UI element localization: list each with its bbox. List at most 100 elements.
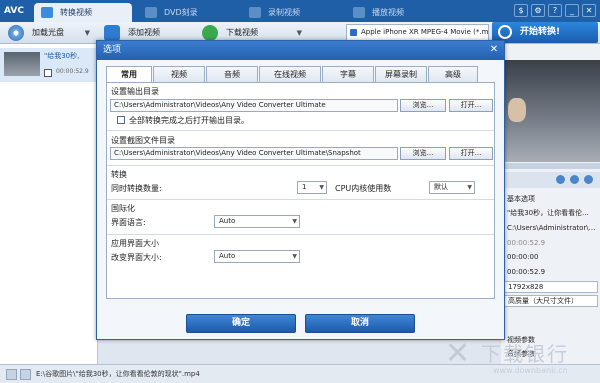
tab-label: 录制视频 — [268, 8, 300, 17]
load-disc-label: 加载光盘 — [32, 28, 64, 37]
open-output-button[interactable]: 打开... — [449, 99, 493, 112]
window-controls: $ ⚙ ? _ ✕ — [514, 4, 596, 17]
file-list: "给我30秒, 00:00:52.9 — [0, 44, 98, 364]
chevron-down-icon: ▼ — [467, 184, 472, 191]
chevron-down-icon[interactable]: ▼ — [85, 24, 90, 42]
tab-general[interactable]: 常用 — [106, 66, 152, 83]
file-checkbox[interactable] — [44, 69, 52, 77]
tab-convert-video[interactable]: 转换视频 — [34, 3, 132, 22]
divider — [107, 234, 494, 235]
concurrent-select[interactable]: 1 ▼ — [297, 181, 327, 194]
refresh-icon — [498, 25, 512, 39]
currency-icon[interactable]: $ — [514, 4, 528, 17]
output-dir-label: 设置输出目录 — [111, 87, 159, 96]
concurrent-label: 同时转换数量: — [111, 184, 162, 193]
end-time[interactable]: 00:00:52.9 — [507, 266, 599, 278]
ui-size-select[interactable]: Auto ▼ — [214, 250, 300, 263]
watermark-text: 下载银行 — [481, 342, 569, 366]
browse-snapshot-button[interactable]: 浏览... — [400, 147, 446, 160]
language-value: Auto — [219, 217, 236, 225]
divider — [107, 130, 494, 131]
quality-select[interactable]: 高质量（大尺寸文件） — [504, 295, 598, 307]
chevron-down-icon: ▼ — [292, 253, 297, 260]
basic-options-header[interactable]: 基本选项 — [507, 193, 599, 205]
browse-output-button[interactable]: 浏览... — [400, 99, 446, 112]
tab-audio[interactable]: 音频 — [206, 66, 258, 82]
disc-icon — [145, 7, 157, 18]
output-profile-select[interactable]: Apple iPhone XR MPEG-4 Movie (*.m... — [346, 24, 489, 41]
language-label: 界面语言: — [111, 218, 146, 227]
file-name: "给我30秒, — [44, 52, 80, 60]
gear-icon[interactable]: ⚙ — [531, 4, 545, 17]
snapshot-dir-label: 设置截图文件目录 — [111, 136, 175, 145]
current-file-path: E:\谷歌图片\"给我30秒，让你看看伦敦的现状".mp4 — [36, 370, 200, 378]
output-name[interactable]: "给我30秒，让你看看伦... — [507, 207, 599, 219]
chevron-down-icon: ▼ — [319, 184, 324, 191]
help-icon[interactable]: ? — [548, 4, 562, 17]
tab-screen-record[interactable]: 屏幕录制 — [375, 66, 427, 82]
cpu-select[interactable]: 默认 ▼ — [429, 181, 475, 194]
intl-section-label: 国际化 — [111, 204, 135, 213]
open-snapshot-button[interactable]: 打开... — [449, 147, 493, 160]
output-dir[interactable]: C:\Users\Administrator\... — [507, 222, 599, 234]
close-icon[interactable]: ✕ — [488, 44, 500, 56]
preview-person — [508, 98, 526, 122]
snapshot-icon[interactable] — [556, 175, 565, 184]
convert-section-label: 转换 — [111, 170, 127, 179]
tab-online-video[interactable]: 在线视频 — [259, 66, 321, 82]
size-section-label: 应用界面大小 — [111, 239, 159, 248]
resolution-select[interactable]: 1792x828 — [504, 281, 598, 293]
tab-video[interactable]: 视频 — [153, 66, 205, 82]
file-duration: 00:00:52.9 — [56, 68, 89, 75]
title-bar: AVC 转换视频 DVD刻录 录制视频 播放视频 $ ⚙ ? _ ✕ — [0, 0, 600, 22]
options-dialog: 选项 ✕ 常用 视频 音频 在线视频 字幕 屏幕录制 高级 设置输出目录 C:\… — [96, 40, 505, 340]
language-select[interactable]: Auto ▼ — [214, 215, 300, 228]
dialog-tabs: 常用 视频 音频 在线视频 字幕 屏幕录制 高级 — [106, 66, 479, 83]
link-icon[interactable] — [570, 175, 579, 184]
prev-icon[interactable] — [6, 369, 17, 380]
watermark: ✕ 下载银行 www.downbank.cn — [445, 336, 595, 380]
divider — [107, 199, 494, 200]
load-disc-button[interactable]: 加载光盘 ▼ — [4, 24, 90, 42]
close-icon[interactable]: ✕ — [582, 4, 596, 17]
apple-icon — [350, 29, 357, 36]
play-icon — [353, 7, 365, 18]
video-thumbnail — [4, 52, 40, 76]
ui-size-label: 改变界面大小: — [111, 253, 162, 262]
video-convert-icon — [41, 7, 53, 18]
divider — [107, 165, 494, 166]
tab-dvd-burn[interactable]: DVD刻录 — [138, 3, 236, 22]
add-video-label: 添加视频 — [128, 28, 160, 37]
open-after-checkbox[interactable] — [117, 116, 125, 124]
snapshot-dir-field[interactable]: C:\Users\Administrator\Videos\Any Video … — [110, 147, 398, 160]
tab-subtitle[interactable]: 字幕 — [322, 66, 374, 82]
watermark-url: www.downbank.cn — [493, 366, 568, 375]
dialog-body: 设置输出目录 C:\Users\Administrator\Videos\Any… — [106, 82, 495, 299]
record-icon — [249, 7, 261, 18]
seek-bar[interactable] — [504, 163, 600, 169]
app-logo: AVC — [4, 6, 24, 16]
cpu-label: CPU内核使用数 — [335, 184, 392, 193]
open-after-label: 全部转换完成之后打开输出目录。 — [129, 116, 249, 125]
ok-button[interactable]: 确定 — [186, 314, 296, 333]
tab-label: 播放视频 — [372, 8, 404, 17]
cancel-button[interactable]: 取消 — [305, 314, 415, 333]
dialog-title-bar: 选项 ✕ — [97, 41, 504, 60]
disc-add-icon — [8, 25, 24, 41]
add-video-icon — [104, 25, 120, 41]
tab-label: 转换视频 — [60, 8, 92, 17]
download-video-label: 下载视频 — [226, 28, 258, 37]
tab-record-video[interactable]: 录制视频 — [242, 3, 340, 22]
convert-now-label: 开始转换! — [520, 27, 561, 37]
list-item[interactable]: "给我30秒, 00:00:52.9 — [0, 48, 98, 82]
tab-advanced[interactable]: 高级 — [428, 66, 478, 82]
next-icon[interactable] — [20, 369, 31, 380]
edit-icon[interactable] — [584, 175, 593, 184]
download-icon — [202, 25, 218, 41]
start-time[interactable]: 00:00:00 — [507, 251, 599, 263]
output-dir-field[interactable]: C:\Users\Administrator\Videos\Any Video … — [110, 99, 398, 112]
tab-play-video[interactable]: 播放视频 — [346, 3, 444, 22]
minimize-icon[interactable]: _ — [565, 4, 579, 17]
dialog-title: 选项 — [103, 45, 122, 55]
convert-now-button[interactable]: 开始转换! — [492, 22, 598, 43]
